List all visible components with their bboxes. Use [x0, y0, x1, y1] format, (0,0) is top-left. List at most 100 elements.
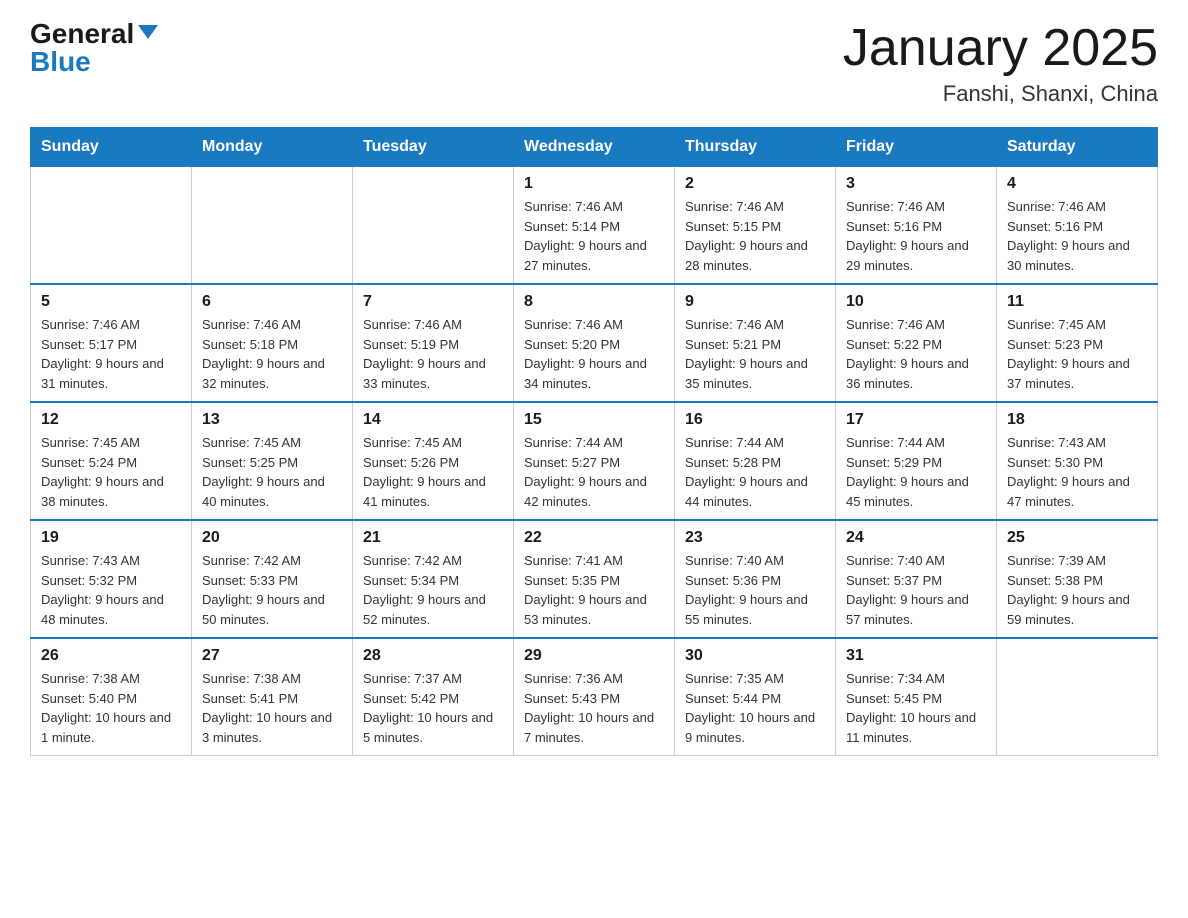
day-number: 1 [524, 175, 664, 193]
header-monday: Monday [192, 128, 353, 167]
day-info: Sunrise: 7:38 AMSunset: 5:40 PMDaylight:… [41, 669, 181, 747]
day-info: Sunrise: 7:46 AMSunset: 5:16 PMDaylight:… [1007, 197, 1147, 275]
calendar-table: Sunday Monday Tuesday Wednesday Thursday… [30, 127, 1158, 756]
day-info: Sunrise: 7:46 AMSunset: 5:22 PMDaylight:… [846, 315, 986, 393]
calendar-cell [192, 167, 353, 285]
calendar-cell: 17 Sunrise: 7:44 AMSunset: 5:29 PMDayligh… [836, 402, 997, 520]
day-number: 28 [363, 647, 503, 665]
month-title: January 2025 [843, 20, 1158, 77]
day-number: 21 [363, 529, 503, 547]
day-info: Sunrise: 7:43 AMSunset: 5:30 PMDaylight:… [1007, 433, 1147, 511]
day-number: 18 [1007, 411, 1147, 429]
day-info: Sunrise: 7:44 AMSunset: 5:29 PMDaylight:… [846, 433, 986, 511]
calendar-week-row-2: 5 Sunrise: 7:46 AMSunset: 5:17 PMDaylight… [31, 284, 1158, 402]
day-number: 2 [685, 175, 825, 193]
calendar-cell: 20 Sunrise: 7:42 AMSunset: 5:33 PMDayligh… [192, 520, 353, 638]
calendar-cell: 6Sunrise: 7:46 AMSunset: 5:18 PMDaylight… [192, 284, 353, 402]
day-info: Sunrise: 7:42 AMSunset: 5:33 PMDaylight:… [202, 551, 342, 629]
header-tuesday: Tuesday [353, 128, 514, 167]
day-number: 31 [846, 647, 986, 665]
day-info: Sunrise: 7:46 AMSunset: 5:19 PMDaylight:… [363, 315, 503, 393]
header-wednesday: Wednesday [514, 128, 675, 167]
day-info: Sunrise: 7:46 AMSunset: 5:15 PMDaylight:… [685, 197, 825, 275]
day-info: Sunrise: 7:39 AMSunset: 5:38 PMDaylight:… [1007, 551, 1147, 629]
day-number: 27 [202, 647, 342, 665]
calendar-cell: 14 Sunrise: 7:45 AMSunset: 5:26 PMDayligh… [353, 402, 514, 520]
calendar-week-row-5: 26 Sunrise: 7:38 AMSunset: 5:40 PMDayligh… [31, 638, 1158, 756]
weekday-header-row: Sunday Monday Tuesday Wednesday Thursday… [31, 128, 1158, 167]
day-info: Sunrise: 7:37 AMSunset: 5:42 PMDaylight:… [363, 669, 503, 747]
day-info: Sunrise: 7:45 AMSunset: 5:24 PMDaylight:… [41, 433, 181, 511]
day-info: Sunrise: 7:46 AMSunset: 5:18 PMDaylight:… [202, 315, 342, 393]
day-info: Sunrise: 7:46 AMSunset: 5:17 PMDaylight:… [41, 315, 181, 393]
day-info: Sunrise: 7:44 AMSunset: 5:27 PMDaylight:… [524, 433, 664, 511]
calendar-cell: 5 Sunrise: 7:46 AMSunset: 5:17 PMDaylight… [31, 284, 192, 402]
calendar-cell: 31Sunrise: 7:34 AMSunset: 5:45 PMDayligh… [836, 638, 997, 756]
calendar-week-row-1: 1Sunrise: 7:46 AMSunset: 5:14 PMDaylight… [31, 167, 1158, 285]
calendar-cell: 9Sunrise: 7:46 AMSunset: 5:21 PMDaylight… [675, 284, 836, 402]
day-info: Sunrise: 7:44 AMSunset: 5:28 PMDaylight:… [685, 433, 825, 511]
calendar-week-row-4: 19 Sunrise: 7:43 AMSunset: 5:32 PMDayligh… [31, 520, 1158, 638]
day-number: 7 [363, 293, 503, 311]
day-info: Sunrise: 7:38 AMSunset: 5:41 PMDaylight:… [202, 669, 342, 747]
calendar-cell: 24 Sunrise: 7:40 AMSunset: 5:37 PMDayligh… [836, 520, 997, 638]
day-number: 3 [846, 175, 986, 193]
header-sunday: Sunday [31, 128, 192, 167]
day-number: 19 [41, 529, 181, 547]
calendar-cell: 18 Sunrise: 7:43 AMSunset: 5:30 PMDayligh… [997, 402, 1158, 520]
logo-triangle-icon [138, 25, 158, 39]
calendar-cell: 26 Sunrise: 7:38 AMSunset: 5:40 PMDayligh… [31, 638, 192, 756]
calendar-cell: 3 Sunrise: 7:46 AMSunset: 5:16 PMDaylight… [836, 167, 997, 285]
logo-blue-text: Blue [30, 48, 91, 76]
day-info: Sunrise: 7:42 AMSunset: 5:34 PMDaylight:… [363, 551, 503, 629]
day-number: 30 [685, 647, 825, 665]
day-number: 13 [202, 411, 342, 429]
calendar-cell: 10Sunrise: 7:46 AMSunset: 5:22 PMDayligh… [836, 284, 997, 402]
day-number: 17 [846, 411, 986, 429]
calendar-cell: 30Sunrise: 7:35 AMSunset: 5:44 PMDayligh… [675, 638, 836, 756]
day-info: Sunrise: 7:43 AMSunset: 5:32 PMDaylight:… [41, 551, 181, 629]
day-number: 24 [846, 529, 986, 547]
day-info: Sunrise: 7:40 AMSunset: 5:37 PMDaylight:… [846, 551, 986, 629]
day-number: 15 [524, 411, 664, 429]
calendar-cell: 4 Sunrise: 7:46 AMSunset: 5:16 PMDaylight… [997, 167, 1158, 285]
day-info: Sunrise: 7:36 AMSunset: 5:43 PMDaylight:… [524, 669, 664, 747]
day-number: 26 [41, 647, 181, 665]
day-info: Sunrise: 7:41 AMSunset: 5:35 PMDaylight:… [524, 551, 664, 629]
day-info: Sunrise: 7:46 AMSunset: 5:16 PMDaylight:… [846, 197, 986, 275]
day-number: 12 [41, 411, 181, 429]
calendar-cell: 7 Sunrise: 7:46 AMSunset: 5:19 PMDaylight… [353, 284, 514, 402]
calendar-cell [997, 638, 1158, 756]
header-thursday: Thursday [675, 128, 836, 167]
calendar-cell: 2 Sunrise: 7:46 AMSunset: 5:15 PMDaylight… [675, 167, 836, 285]
day-number: 20 [202, 529, 342, 547]
header-saturday: Saturday [997, 128, 1158, 167]
day-number: 23 [685, 529, 825, 547]
calendar-week-row-3: 12 Sunrise: 7:45 AMSunset: 5:24 PMDayligh… [31, 402, 1158, 520]
day-info: Sunrise: 7:45 AMSunset: 5:26 PMDaylight:… [363, 433, 503, 511]
page-header: General Blue January 2025 Fanshi, Shanxi… [30, 20, 1158, 107]
calendar-cell: 25 Sunrise: 7:39 AMSunset: 5:38 PMDayligh… [997, 520, 1158, 638]
day-number: 8 [524, 293, 664, 311]
calendar-cell: 23 Sunrise: 7:40 AMSunset: 5:36 PMDayligh… [675, 520, 836, 638]
logo: General Blue [30, 20, 158, 76]
day-info: Sunrise: 7:46 AMSunset: 5:20 PMDaylight:… [524, 315, 664, 393]
calendar-cell: 29 Sunrise: 7:36 AMSunset: 5:43 PMDayligh… [514, 638, 675, 756]
location-text: Fanshi, Shanxi, China [843, 81, 1158, 107]
calendar-cell [31, 167, 192, 285]
day-number: 16 [685, 411, 825, 429]
calendar-cell: 13 Sunrise: 7:45 AMSunset: 5:25 PMDayligh… [192, 402, 353, 520]
day-number: 25 [1007, 529, 1147, 547]
day-number: 14 [363, 411, 503, 429]
day-number: 29 [524, 647, 664, 665]
day-info: Sunrise: 7:45 AMSunset: 5:23 PMDaylight:… [1007, 315, 1147, 393]
calendar-cell: 27 Sunrise: 7:38 AMSunset: 5:41 PMDayligh… [192, 638, 353, 756]
day-number: 5 [41, 293, 181, 311]
day-info: Sunrise: 7:45 AMSunset: 5:25 PMDaylight:… [202, 433, 342, 511]
day-info: Sunrise: 7:46 AMSunset: 5:21 PMDaylight:… [685, 315, 825, 393]
day-number: 4 [1007, 175, 1147, 193]
day-info: Sunrise: 7:40 AMSunset: 5:36 PMDaylight:… [685, 551, 825, 629]
calendar-cell: 8 Sunrise: 7:46 AMSunset: 5:20 PMDaylight… [514, 284, 675, 402]
logo-general-text: General [30, 20, 134, 48]
calendar-cell [353, 167, 514, 285]
